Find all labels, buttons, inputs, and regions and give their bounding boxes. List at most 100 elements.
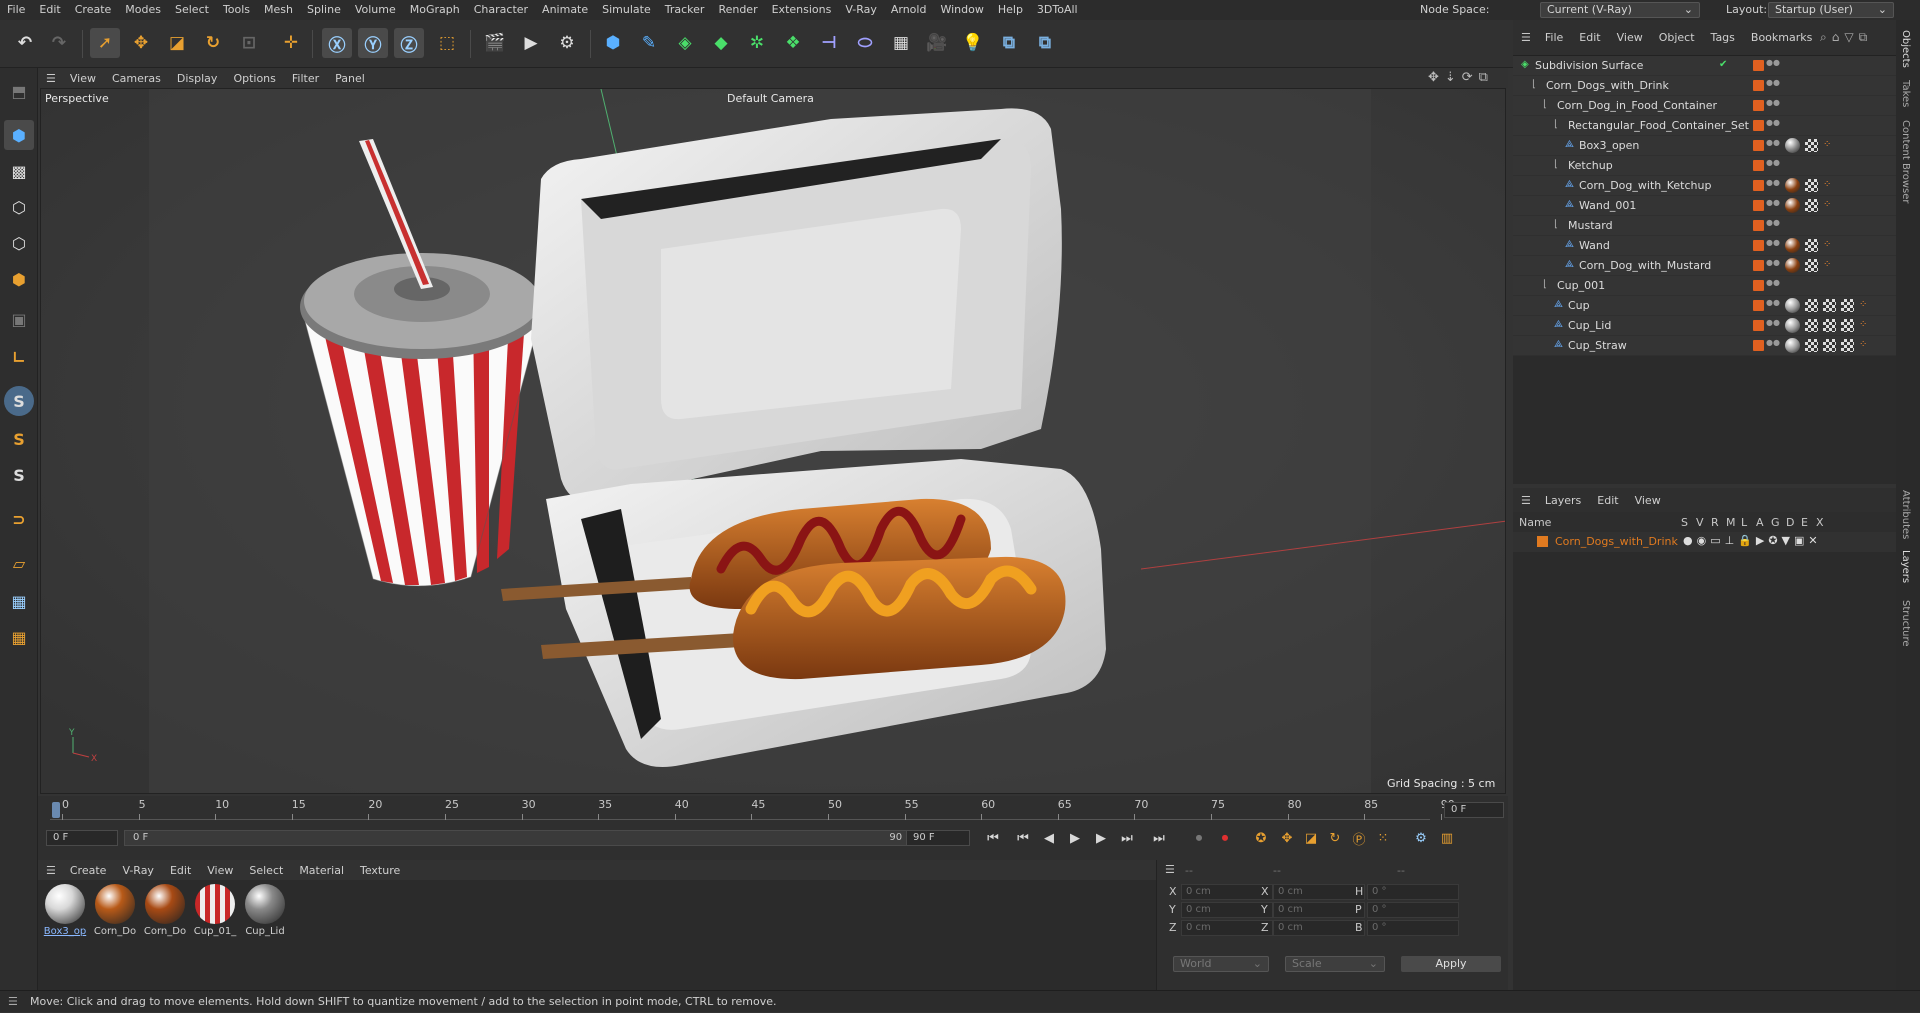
object-row[interactable]: ⟁ Corn_Dog_with_Mustard ●● ⁘ [1513, 256, 1896, 276]
render-picture-viewer-icon[interactable]: ▶ [516, 28, 546, 58]
texture-tag-icon[interactable] [1805, 259, 1818, 272]
layer-color-swatch[interactable] [1753, 100, 1764, 111]
visibility-dots-icon[interactable]: ●● [1766, 239, 1780, 251]
field-icon[interactable]: ⬭ [850, 28, 880, 58]
python-script-icon[interactable]: ⧉ [1030, 28, 1060, 58]
goto-end-icon[interactable]: ⏭ [1148, 827, 1170, 849]
menu-item-volume[interactable]: Volume [348, 0, 403, 20]
viewport-menu-view[interactable]: View [62, 72, 104, 85]
timeline-ruler[interactable]: 051015202530354045505560657075808590 [50, 798, 1455, 820]
record-keys-icon[interactable]: ⏺ [1188, 827, 1210, 849]
rotate-tool-icon[interactable]: ↻ [198, 28, 228, 58]
python-icon[interactable]: ⧉ [994, 28, 1024, 58]
coord-value-field[interactable]: 0 cm [1181, 884, 1273, 900]
visibility-dots-icon[interactable]: ●● [1766, 79, 1780, 91]
layer-color-swatch[interactable] [1753, 220, 1764, 231]
layer-color-swatch[interactable] [1753, 140, 1764, 151]
param-key-icon[interactable]: Ⓟ [1348, 827, 1370, 849]
menu-item-tracker[interactable]: Tracker [658, 0, 712, 20]
viewport-menu-filter[interactable]: Filter [284, 72, 327, 85]
viewport-menu-cameras[interactable]: Cameras [104, 72, 169, 85]
layer-color-swatch[interactable] [1753, 60, 1764, 71]
material-menu-texture[interactable]: Texture [352, 864, 408, 877]
layer-color-swatch[interactable] [1753, 280, 1764, 291]
material-menu-create[interactable]: Create [62, 864, 115, 877]
side-tab-objects[interactable]: Objects [1900, 30, 1911, 68]
node-space-dropdown[interactable]: Current (V-Ray) ⌄ [1540, 2, 1700, 18]
locked-workplane-icon[interactable]: ▦ [4, 586, 34, 616]
3d-viewport[interactable]: YX Perspective Default Camera Grid Spaci… [40, 88, 1506, 794]
menu-item-v-ray[interactable]: V-Ray [838, 0, 884, 20]
uv-mode-icon[interactable]: ▣ [4, 304, 34, 334]
side-tab-content-browser[interactable]: Content Browser [1900, 120, 1911, 203]
position-key-icon[interactable]: ✥ [1276, 827, 1298, 849]
object-row[interactable]: ⌊ Cup_001 ●● [1513, 276, 1896, 296]
render-settings-icon[interactable]: ⚙ [552, 28, 582, 58]
texture-tag-icon[interactable] [1805, 319, 1818, 332]
material-tag-icon[interactable] [1785, 198, 1800, 213]
layer-color-swatch[interactable] [1753, 160, 1764, 171]
hamburger-icon[interactable]: ☰ [1513, 31, 1537, 44]
object-row[interactable]: ⌊ Rectangular_Food_Container_Set ●● [1513, 116, 1896, 136]
vray-tag-icon[interactable]: ⁘ [1823, 239, 1831, 250]
layer-color-swatch[interactable] [1753, 180, 1764, 191]
snap-settings-icon[interactable]: S [4, 424, 34, 454]
points-mode-icon[interactable]: ⬡ [4, 192, 34, 222]
side-tab-layers[interactable]: Layers [1900, 550, 1911, 583]
visibility-dots-icon[interactable]: ●● [1766, 279, 1780, 291]
vray-tag-icon[interactable]: ⁘ [1859, 339, 1867, 350]
deformer-icon[interactable]: ⊣ [814, 28, 844, 58]
layout-dropdown[interactable]: Startup (User) ⌄ [1768, 2, 1894, 18]
apply-button[interactable]: Apply [1401, 956, 1501, 972]
visibility-dots-icon[interactable]: ●● [1766, 59, 1780, 71]
texture-tag-icon[interactable] [1805, 339, 1818, 352]
object-row[interactable]: ⟁ Corn_Dog_with_Ketchup ●● ⁘ [1513, 176, 1896, 196]
axis-mode-icon[interactable]: ∟ [4, 342, 34, 372]
visibility-dots-icon[interactable]: ●● [1766, 139, 1780, 151]
layer-color-swatch[interactable] [1753, 200, 1764, 211]
material-swatch[interactable]: Cup_01_ [192, 884, 238, 937]
select-tool-icon[interactable]: ➚ [90, 28, 120, 58]
visibility-dots-icon[interactable]: ●● [1766, 339, 1780, 351]
layer-color-swatch[interactable] [1753, 240, 1764, 251]
next-key-icon[interactable]: ⏭ [1116, 827, 1138, 849]
object-row[interactable]: ⌊ Corn_Dog_in_Food_Container ●● [1513, 96, 1896, 116]
goto-start-icon[interactable]: ⏮ [982, 827, 1004, 849]
texture-tag-icon[interactable] [1841, 319, 1854, 332]
object-row[interactable]: ⟁ Wand ●● ⁘ [1513, 236, 1896, 256]
layer-menu-view[interactable]: View [1627, 494, 1669, 507]
coord-value-field[interactable]: 0 cm [1181, 920, 1273, 936]
texture-tag-icon[interactable] [1823, 339, 1836, 352]
coord-value-field[interactable]: 0 ° [1367, 920, 1459, 936]
object-menu-view[interactable]: View [1609, 31, 1651, 44]
layer-color-swatch[interactable] [1537, 536, 1548, 547]
playhead[interactable] [52, 802, 60, 818]
prev-key-icon[interactable]: ⏮ [1012, 827, 1034, 849]
scale-tool-icon[interactable]: ◪ [162, 28, 192, 58]
magnet-icon[interactable]: ⊃ [4, 504, 34, 534]
object-row[interactable]: ⟁ Wand_001 ●● ⁘ [1513, 196, 1896, 216]
material-menu-select[interactable]: Select [241, 864, 291, 877]
cloner-icon[interactable]: ❖ [778, 28, 808, 58]
menu-item-create[interactable]: Create [68, 0, 119, 20]
visibility-dots-icon[interactable]: ●● [1766, 159, 1780, 171]
hamburger-icon[interactable]: ☰ [38, 72, 62, 85]
texture-tag-icon[interactable] [1823, 299, 1836, 312]
visibility-dots-icon[interactable]: ●● [1766, 119, 1780, 131]
object-row[interactable]: ⌊ Corn_Dogs_with_Drink ●● [1513, 76, 1896, 96]
object-row[interactable]: ⌊ Ketchup ●● [1513, 156, 1896, 176]
texture-tag-icon[interactable] [1805, 239, 1818, 252]
material-tag-icon[interactable] [1785, 298, 1800, 313]
make-editable-icon[interactable]: ⬒ [4, 76, 34, 106]
camera-icon[interactable]: 🎥 [922, 28, 952, 58]
texture-tag-icon[interactable] [1805, 179, 1818, 192]
viewport-menu-display[interactable]: Display [169, 72, 226, 85]
planar-workplane-icon[interactable]: ▦ [4, 622, 34, 652]
check-icon[interactable]: ✔ [1719, 59, 1727, 70]
workplane-icon[interactable]: ▱ [4, 548, 34, 578]
y-axis-lock-icon[interactable]: Ⓨ [358, 28, 388, 58]
visibility-dots-icon[interactable]: ●● [1766, 179, 1780, 191]
visibility-dots-icon[interactable]: ●● [1766, 219, 1780, 231]
material-swatch[interactable]: Corn_Do [92, 884, 138, 937]
range-slider[interactable]: 0 F 90 F [124, 830, 920, 846]
